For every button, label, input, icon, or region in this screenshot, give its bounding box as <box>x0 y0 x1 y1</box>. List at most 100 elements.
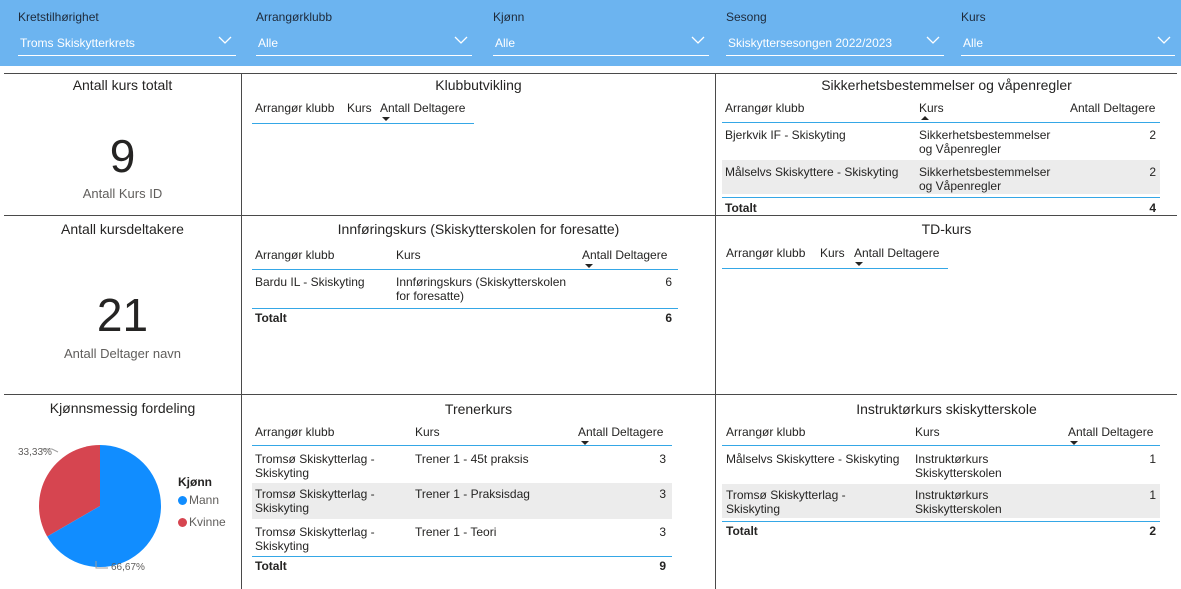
cell-klubb-line: Skiskyting <box>255 539 310 553</box>
table-klubbutvikling[interactable]: Klubbutvikling Arrangør klubb Kurs Antal… <box>242 73 716 216</box>
cell-kurs-line: Innføringskurs (Skiskytterskolen <box>396 275 567 289</box>
column-header-antall[interactable]: Antall Deltagere <box>1070 101 1155 115</box>
cell-antall: 6 <box>665 275 672 289</box>
filter-dropdown-sesong[interactable]: Skiskyttersesongen 2022/2023 <box>726 30 944 56</box>
filter-dropdown-kretstilhorighet[interactable]: Troms Skiskytterkrets <box>18 30 236 56</box>
cell-klubb: Målselvs Skiskyttere - Skiskyting <box>725 165 899 179</box>
column-header-klubb[interactable]: Arrangør klubb <box>255 248 334 262</box>
table-title: Klubbutvikling <box>435 77 522 93</box>
card-antall-kurs[interactable]: Antall kurs totalt 9 Antall Kurs ID <box>4 73 242 216</box>
sort-desc-icon <box>382 117 390 121</box>
chevron-down-icon <box>926 34 940 46</box>
total-label: Totalt <box>255 311 287 325</box>
cell-antall: 1 <box>1149 452 1156 466</box>
total-divider <box>722 197 1160 198</box>
cell-klubb-line: Tromsø Skiskytterlag - <box>255 487 375 501</box>
legend-title: Kjønn <box>178 475 212 489</box>
pie-label-kvinne: 33,33% <box>18 447 52 458</box>
column-header-kurs[interactable]: Kurs <box>415 425 440 439</box>
pie-chart-tile[interactable]: Kjønnsmessig fordeling 33,33% 66,67% Kjø… <box>4 395 242 589</box>
column-header-kurs[interactable]: Kurs <box>396 248 421 262</box>
column-header-kurs[interactable]: Kurs <box>347 101 372 115</box>
header-divider <box>252 269 678 270</box>
cell-kurs-line: for foresatte) <box>396 289 465 303</box>
column-header-klubb[interactable]: Arrangør klubb <box>725 101 804 115</box>
cell-kurs-line: Instruktørkurs <box>915 488 989 502</box>
filter-label: Kretstilhørighet <box>18 10 99 24</box>
filter-value: Alle <box>258 36 279 50</box>
header-divider <box>722 445 1160 446</box>
column-header-klubb[interactable]: Arrangør klubb <box>255 425 334 439</box>
card-antall-kursdeltakere[interactable]: Antall kursdeltakere 21 Antall Deltager … <box>4 216 242 395</box>
cell-klubb: Bjerkvik IF - Skiskyting <box>725 128 846 142</box>
column-header-kurs[interactable]: Kurs <box>820 246 845 260</box>
cell-kurs: Trener 1 - Praksisdag <box>415 487 530 501</box>
pie-label-mann: 66,67% <box>111 562 145 573</box>
column-header-klubb[interactable]: Arrangør klubb <box>726 425 805 439</box>
chart-title: Kjønnsmessig fordeling <box>49 400 196 416</box>
filter-label: Arrangørklubb <box>256 10 333 24</box>
table-title: Innføringskurs (Skiskytterskolen for for… <box>337 221 620 237</box>
cell-klubb-line: Skiskyting <box>255 501 310 515</box>
cell-kurs-line: Skiskytterskolen <box>915 466 1002 480</box>
total-value: 9 <box>659 559 666 573</box>
sort-desc-icon <box>585 264 593 268</box>
cell-klubb: Tromsø Skiskytterlag - Skiskyting <box>255 525 375 553</box>
filter-kurs: Kurs Alle <box>961 0 1175 66</box>
column-header-antall[interactable]: Antall Deltagere <box>582 248 667 262</box>
header-divider <box>252 445 672 446</box>
filter-label: Kjønn <box>493 10 525 24</box>
chevron-down-icon <box>454 34 468 46</box>
filter-value: Skiskyttersesongen 2022/2023 <box>728 36 893 50</box>
total-value: 4 <box>1149 201 1156 215</box>
table-trenerkurs[interactable]: Trenerkurs Arrangør klubb Kurs Antall De… <box>242 395 716 589</box>
filter-kjonn: Kjønn Alle <box>493 0 709 66</box>
cell-kurs-line: Instruktørkurs <box>915 452 989 466</box>
filter-dropdown-arrangorklubb[interactable]: Alle <box>256 30 472 56</box>
chevron-down-icon <box>691 34 705 46</box>
table-td-kurs[interactable]: TD-kurs Arrangør klubb Kurs Antall Delta… <box>716 216 1177 395</box>
column-header-klubb[interactable]: Arrangør klubb <box>726 246 805 260</box>
column-header-antall[interactable]: Antall Deltagere <box>1068 425 1153 439</box>
table-instruktorkurs[interactable]: Instruktørkurs skiskytterskole Arrangør … <box>716 395 1177 589</box>
legend-label: Kvinne <box>189 515 226 529</box>
filter-sesong: Sesong Skiskyttersesongen 2022/2023 <box>726 0 944 66</box>
cell-antall: 3 <box>659 525 666 539</box>
cell-kurs: Sikkerhetsbestemmelser og Våpenregler <box>919 165 1050 193</box>
total-divider <box>252 308 678 309</box>
legend-item-mann[interactable]: Mann <box>178 493 219 507</box>
total-label: Totalt <box>725 201 757 215</box>
cell-kurs: Trener 1 - 45t praksis <box>415 452 529 466</box>
column-header-antall[interactable]: Antall Deltagere <box>380 101 465 115</box>
cell-klubb-line: Tromsø Skiskytterlag - <box>255 452 375 466</box>
header-divider <box>722 268 948 269</box>
filter-bar: Kretstilhørighet Troms Skiskytterkrets A… <box>0 0 1181 66</box>
card-value: 9 <box>109 130 136 182</box>
cell-kurs-line: Sikkerhetsbestemmelser <box>919 165 1051 179</box>
column-header-kurs[interactable]: Kurs <box>915 425 940 439</box>
column-header-antall[interactable]: Antall Deltagere <box>578 425 663 439</box>
filter-dropdown-kurs[interactable]: Alle <box>961 30 1175 56</box>
cell-klubb: Bardu IL - Skiskyting <box>255 275 365 289</box>
legend-dot-mann <box>178 496 187 505</box>
filter-value: Alle <box>495 36 516 50</box>
total-divider <box>252 556 672 557</box>
column-header-antall[interactable]: Antall Deltagere <box>854 246 939 260</box>
column-header-klubb[interactable]: Arrangør klubb <box>255 101 334 115</box>
table-sikkerhetsbestemmelser[interactable]: Sikkerhetsbestemmelser og våpenregler Ar… <box>716 73 1177 216</box>
column-header-kurs[interactable]: Kurs <box>919 101 944 115</box>
legend-item-kvinne[interactable]: Kvinne <box>178 515 226 529</box>
cell-klubb: Tromsø Skiskytterlag - Skiskyting <box>255 487 375 515</box>
cell-kurs: Instruktørkurs Skiskytterskolen <box>915 452 1002 480</box>
sort-asc-icon <box>921 116 929 120</box>
cell-kurs-line: og Våpenregler <box>919 142 1002 156</box>
filter-value: Alle <box>963 36 984 50</box>
table-title: TD-kurs <box>921 221 972 237</box>
cell-kurs: Sikkerhetsbestemmelser og Våpenregler <box>919 128 1050 156</box>
header-divider <box>252 123 474 124</box>
filter-kretstilhorighet: Kretstilhørighet Troms Skiskytterkrets <box>18 0 236 66</box>
table-innforingskurs[interactable]: Innføringskurs (Skiskytterskolen for for… <box>242 216 716 395</box>
filter-dropdown-kjonn[interactable]: Alle <box>493 30 709 56</box>
cell-kurs: Trener 1 - Teori <box>415 525 497 539</box>
total-value: 2 <box>1149 524 1156 538</box>
